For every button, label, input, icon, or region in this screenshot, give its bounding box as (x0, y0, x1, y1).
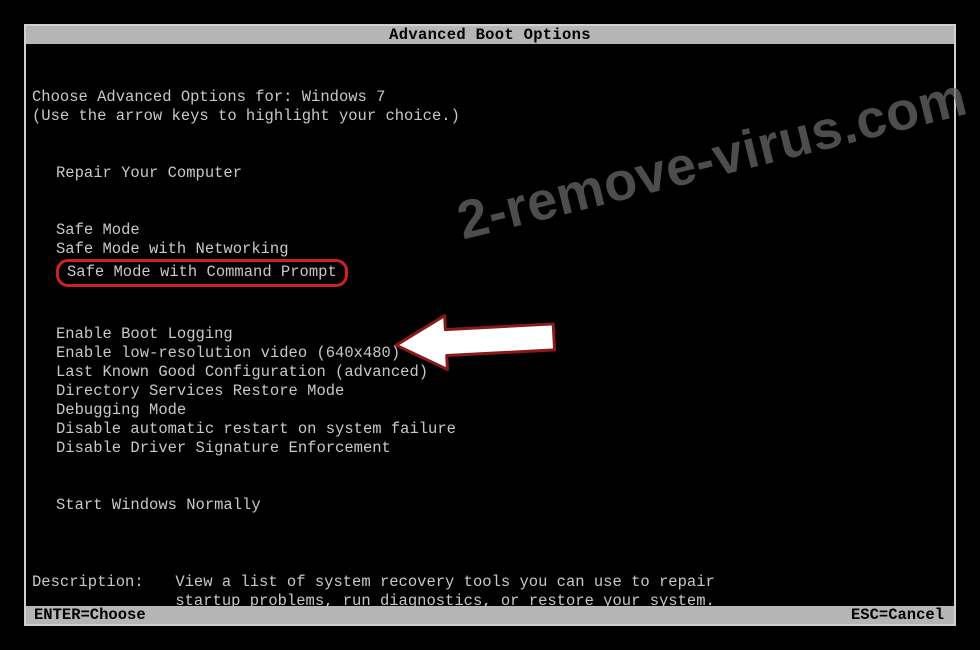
footer-esc-hint: ESC=Cancel (851, 606, 944, 624)
advanced-options-section: Enable Boot Logging Enable low-resolutio… (26, 325, 954, 458)
footer-enter-hint: ENTER=Choose (34, 606, 146, 624)
option-safe-mode[interactable]: Safe Mode (56, 221, 954, 240)
option-safe-mode-command-prompt[interactable]: Safe Mode with Command Prompt (56, 259, 348, 287)
intro-os: Windows 7 (302, 88, 386, 106)
option-safe-mode-cmd-row: Safe Mode with Command Prompt (56, 259, 954, 287)
option-debugging-mode[interactable]: Debugging Mode (56, 401, 954, 420)
intro-line-1: Choose Advanced Options for: Windows 7 (32, 88, 954, 107)
option-last-known-good[interactable]: Last Known Good Configuration (advanced) (56, 363, 954, 382)
title-bar: Advanced Boot Options (26, 26, 954, 44)
option-disable-auto-restart[interactable]: Disable automatic restart on system fail… (56, 420, 954, 439)
intro-line-2: (Use the arrow keys to highlight your ch… (32, 107, 954, 126)
safe-mode-section: Safe Mode Safe Mode with Networking Safe… (26, 221, 954, 287)
repair-section: Repair Your Computer (26, 164, 954, 183)
option-safe-mode-networking[interactable]: Safe Mode with Networking (56, 240, 954, 259)
option-enable-boot-logging[interactable]: Enable Boot Logging (56, 325, 954, 344)
intro-block: Choose Advanced Options for: Windows 7 (… (26, 88, 954, 126)
window-title: Advanced Boot Options (389, 26, 591, 44)
option-directory-services-restore[interactable]: Directory Services Restore Mode (56, 382, 954, 401)
option-repair-computer[interactable]: Repair Your Computer (56, 164, 954, 183)
intro-prefix: Choose Advanced Options for: (32, 88, 302, 106)
description-line-1: View a list of system recovery tools you… (175, 573, 715, 591)
option-disable-driver-sig[interactable]: Disable Driver Signature Enforcement (56, 439, 954, 458)
footer-bar: ENTER=Choose ESC=Cancel (26, 606, 954, 624)
option-start-windows-normally[interactable]: Start Windows Normally (56, 496, 954, 515)
content-area: 2-remove-virus.com Choose Advanced Optio… (26, 88, 954, 611)
start-normally-section: Start Windows Normally (26, 496, 954, 515)
option-low-res-video[interactable]: Enable low-resolution video (640x480) (56, 344, 954, 363)
boot-options-window: Advanced Boot Options 2-remove-virus.com… (24, 24, 956, 626)
description-label: Description: (32, 573, 166, 592)
